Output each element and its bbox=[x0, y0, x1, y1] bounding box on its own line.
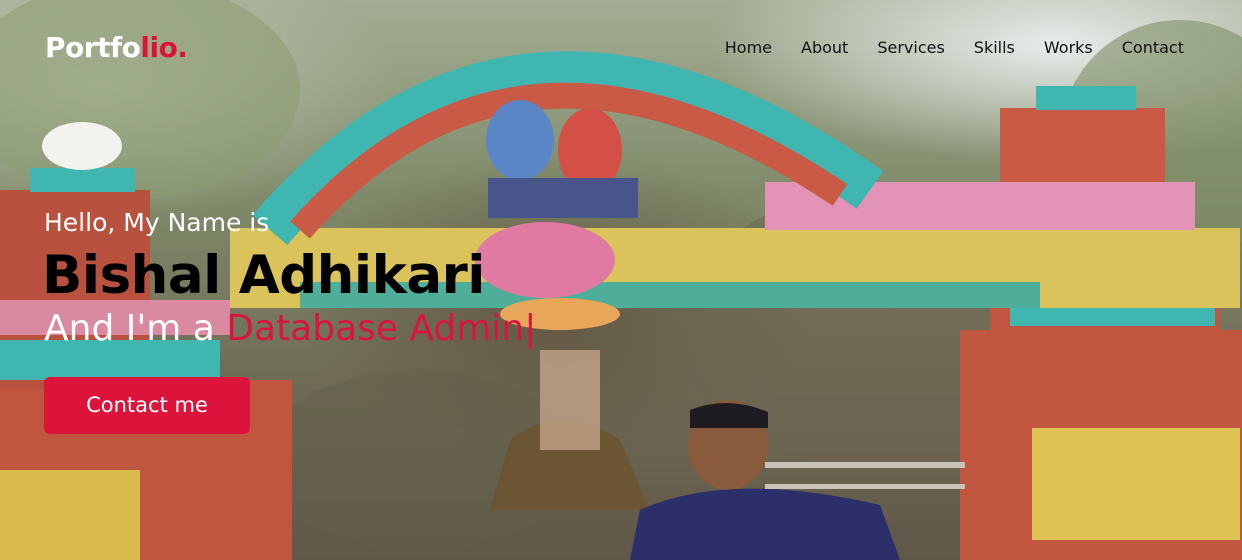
hero-name: Bishal Adhikari bbox=[42, 245, 485, 306]
logo[interactable]: Portfolio. bbox=[45, 30, 188, 64]
nav-item-about[interactable]: About bbox=[801, 38, 848, 57]
logo-main: Portfo bbox=[45, 30, 141, 64]
logo-accent: lio. bbox=[140, 30, 188, 64]
typing-cursor: | bbox=[524, 308, 537, 349]
nav-item-works[interactable]: Works bbox=[1044, 38, 1093, 57]
nav-item-services[interactable]: Services bbox=[877, 38, 944, 57]
nav-item-skills[interactable]: Skills bbox=[974, 38, 1015, 57]
hero-greeting: Hello, My Name is bbox=[44, 208, 270, 237]
nav-menu: Home About Services Skills Works Contact bbox=[696, 38, 1184, 57]
contact-me-button[interactable]: Contact me bbox=[44, 377, 250, 434]
hero-role-prefix: And I'm a bbox=[44, 308, 227, 349]
hero-role: And I'm a Database Admin| bbox=[44, 306, 536, 352]
hero-content: Hello, My Name is Bishal Adhikari And I'… bbox=[42, 206, 536, 434]
navbar: Portfolio. Home About Services Skills Wo… bbox=[0, 0, 1242, 94]
nav-item-home[interactable]: Home bbox=[725, 38, 772, 57]
nav-item-contact[interactable]: Contact bbox=[1122, 38, 1184, 57]
hero-role-typed: Database Admin bbox=[226, 308, 525, 349]
hero-section: Portfolio. Home About Services Skills Wo… bbox=[0, 0, 1242, 560]
